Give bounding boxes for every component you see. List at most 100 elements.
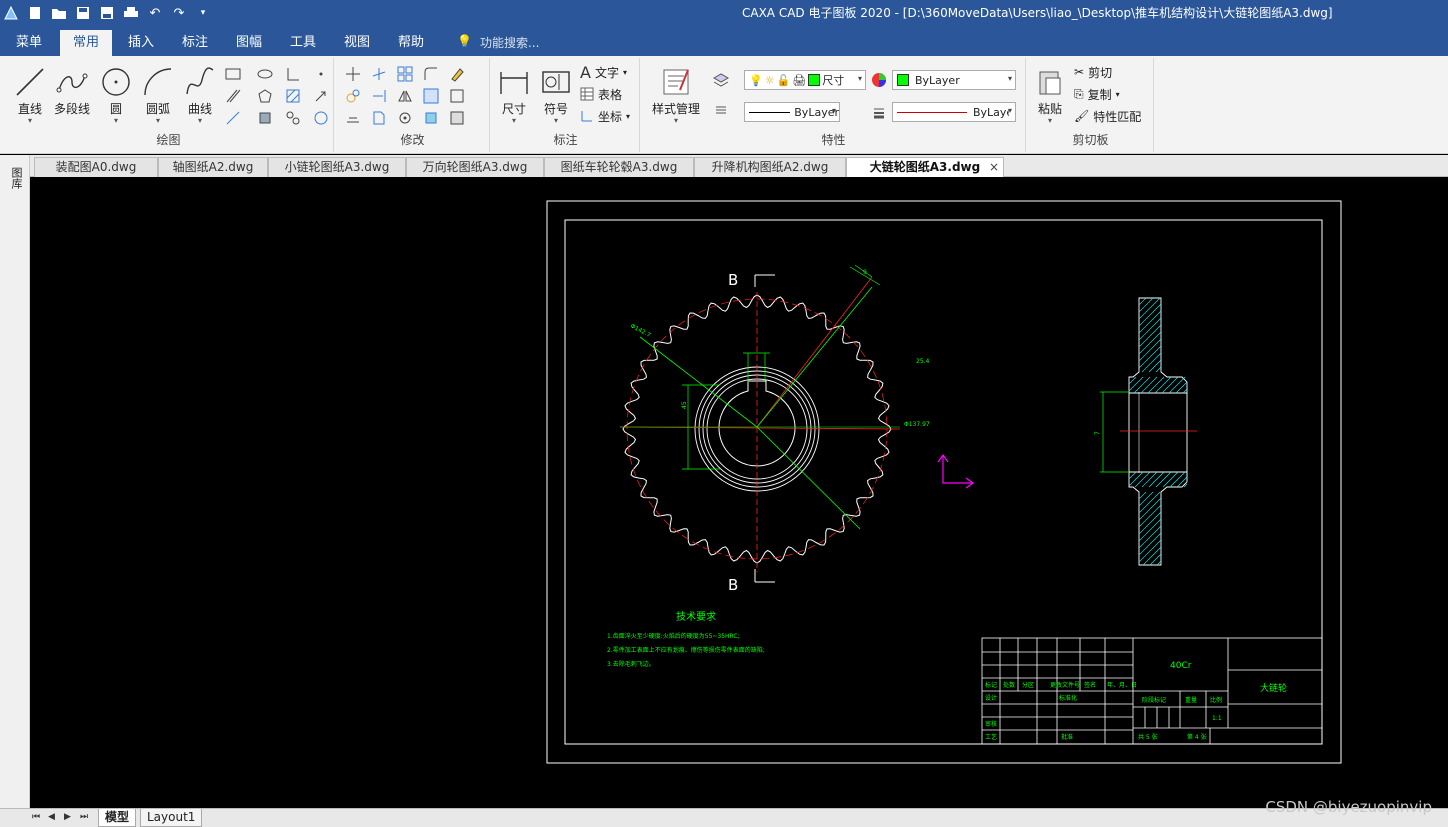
polyline-button[interactable]: 多段线 xyxy=(50,62,94,126)
doc-tab[interactable]: 图纸车轮轮毂A3.dwg xyxy=(544,157,694,177)
point-icon[interactable] xyxy=(310,64,332,84)
offset-icon[interactable] xyxy=(446,86,468,106)
print-icon[interactable] xyxy=(122,4,140,22)
trim-icon[interactable] xyxy=(368,64,390,84)
polygon-icon[interactable] xyxy=(254,86,276,106)
block-icon[interactable] xyxy=(254,108,276,128)
coordinate-button[interactable]: 坐标 ▾ xyxy=(580,106,630,126)
array-icon[interactable] xyxy=(394,64,416,84)
last-layout-icon[interactable]: ⏭ xyxy=(80,812,88,822)
hatch-line xyxy=(1138,491,1147,500)
rectangle-icon[interactable] xyxy=(222,64,244,84)
rotate-icon[interactable] xyxy=(394,108,416,128)
doc-tab[interactable]: 万向轮图纸A3.dwg xyxy=(406,157,544,177)
fillet-icon[interactable] xyxy=(420,64,442,84)
linetype-combo[interactable]: ByLayer ▾ xyxy=(744,102,840,122)
cut-button[interactable]: ✂ 剪切 xyxy=(1074,62,1112,82)
wave-line-icon[interactable] xyxy=(310,108,332,128)
layer-icon[interactable] xyxy=(710,70,732,90)
curve-button[interactable]: 曲线 ▾ xyxy=(180,62,220,126)
symbol-button[interactable]: 符号 ▾ xyxy=(536,62,576,126)
save-all-icon[interactable] xyxy=(98,4,116,22)
doc-tab[interactable]: 升降机构图纸A2.dwg xyxy=(694,157,846,177)
ellipse-icon[interactable] xyxy=(254,64,276,84)
arrow-icon[interactable] xyxy=(310,86,332,106)
format-painter-icon[interactable] xyxy=(446,108,468,128)
tab-home[interactable]: 常用 xyxy=(60,30,112,56)
color-swatch xyxy=(897,74,909,86)
first-layout-icon[interactable]: ⏮ xyxy=(32,812,40,822)
hatch-line xyxy=(1138,518,1162,542)
scale-icon[interactable] xyxy=(420,86,442,106)
eraser-icon[interactable] xyxy=(446,64,468,84)
tab-insert[interactable]: 插入 xyxy=(116,30,166,56)
leader-green-2 xyxy=(756,426,861,530)
lightbulb-icon: 💡 xyxy=(457,34,472,48)
hatch-line xyxy=(1156,560,1162,566)
drawing-canvas[interactable]: B B Φ142.7 25.4 Φ137.97 9 45 7 技术要求 1.齿面… xyxy=(30,177,1448,810)
explode-icon[interactable] xyxy=(420,108,442,128)
polyline-icon xyxy=(56,73,88,93)
line-button[interactable]: 直线 ▾ xyxy=(10,62,50,126)
dimension-button[interactable]: 尺寸 ▾ xyxy=(494,62,534,126)
tab-annotate[interactable]: 标注 xyxy=(170,30,220,56)
app-logo-icon[interactable] xyxy=(2,4,20,22)
tab-tools[interactable]: 工具 xyxy=(278,30,328,56)
close-icon[interactable]: × xyxy=(989,158,999,177)
mirror-icon[interactable] xyxy=(394,86,416,106)
open-folder-icon[interactable] xyxy=(50,4,68,22)
hatch-line xyxy=(1138,491,1154,507)
arc-button[interactable]: 圆弧 ▾ xyxy=(138,62,178,126)
hatch-line xyxy=(1138,504,1162,528)
centerline-icon[interactable] xyxy=(282,108,304,128)
layout-tabs-bar: ⏮ ◀ ▶ ⏭ 模型 Layout1 xyxy=(0,808,1448,827)
tab-model[interactable]: 模型 xyxy=(98,809,137,827)
extend-icon[interactable] xyxy=(368,86,390,106)
linetype-list-icon[interactable] xyxy=(710,100,732,120)
coordinate-icon xyxy=(581,111,592,122)
prev-layout-icon[interactable]: ◀ xyxy=(48,812,55,822)
doc-tab[interactable]: 小链轮图纸A3.dwg xyxy=(268,157,406,177)
copy-button[interactable]: ⎘ 复制 ▾ xyxy=(1074,84,1120,104)
lineweight-icon[interactable] xyxy=(868,102,890,122)
copy-entity-icon[interactable] xyxy=(342,86,364,106)
doc-tab-active[interactable]: 大链轮图纸A3.dwg × xyxy=(846,157,1004,177)
library-tab[interactable]: 图库 xyxy=(8,167,24,189)
tab-menu[interactable]: 菜单 xyxy=(4,30,54,56)
move-icon[interactable] xyxy=(342,64,364,84)
redo-icon[interactable]: ↷ xyxy=(170,4,188,22)
feature-search[interactable]: 💡 功能搜索... xyxy=(457,34,539,51)
undo-icon[interactable]: ↶ xyxy=(146,4,164,22)
color-combo[interactable]: ByLayer ▾ xyxy=(892,70,1016,90)
construction-line-icon[interactable] xyxy=(222,108,244,128)
style-manager-button[interactable]: 样式管理 ▾ xyxy=(648,62,704,126)
tab-help[interactable]: 帮助 xyxy=(386,30,436,56)
color-wheel-icon[interactable] xyxy=(868,70,890,90)
doc-tab[interactable]: 轴图纸A2.dwg xyxy=(158,157,268,177)
document-tabs: 装配图A0.dwg 轴图纸A2.dwg 小链轮图纸A3.dwg 万向轮图纸A3.… xyxy=(30,155,1448,177)
layer-combo[interactable]: 💡 ☼ 🔓 🖨 尺寸 ▾ xyxy=(744,70,866,90)
dim-root-diameter: Φ137.97 xyxy=(904,421,930,428)
tab-layout1[interactable]: Layout1 xyxy=(140,809,203,827)
paste-button[interactable]: 粘贴 ▾ xyxy=(1030,62,1070,126)
next-layout-icon[interactable]: ▶ xyxy=(64,812,71,822)
doc-tab[interactable]: 装配图A0.dwg xyxy=(34,157,158,177)
tab-view[interactable]: 视图 xyxy=(332,30,382,56)
tech-title: 技术要求 xyxy=(676,610,716,623)
parallel-line-icon[interactable] xyxy=(222,86,244,106)
table-button[interactable]: 表格 xyxy=(580,84,622,104)
customize-qat-icon[interactable]: ▾ xyxy=(194,4,212,22)
text-button[interactable]: A 文字 ▾ xyxy=(580,62,627,82)
hatch-icon[interactable] xyxy=(282,86,304,106)
lineweight-combo[interactable]: ByLayer ▾ xyxy=(892,102,1016,122)
save-icon[interactable] xyxy=(74,4,92,22)
stretch-icon[interactable] xyxy=(342,108,364,128)
new-file-icon[interactable] xyxy=(26,4,44,22)
circle-button[interactable]: 圆 ▾ xyxy=(96,62,136,126)
hatch-line xyxy=(1138,310,1162,334)
tb-count: 处数 xyxy=(1003,681,1015,689)
match-properties-button[interactable]: 🖌 特性匹配 xyxy=(1074,106,1141,126)
chamfer-icon[interactable] xyxy=(282,64,304,84)
break-icon[interactable] xyxy=(368,108,390,128)
tab-sheet[interactable]: 图幅 xyxy=(224,30,274,56)
